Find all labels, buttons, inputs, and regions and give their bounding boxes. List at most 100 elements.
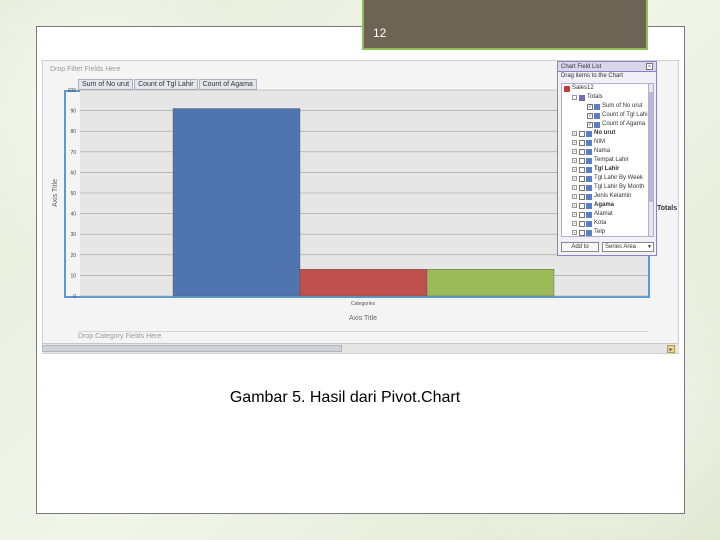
- field-list-item[interactable]: Sales12: [562, 84, 648, 93]
- field-list-item[interactable]: + Tempat Lahir: [562, 156, 648, 165]
- field-checkbox[interactable]: [579, 139, 585, 146]
- field-checkbox[interactable]: [579, 229, 585, 236]
- y-axis-title[interactable]: Axis Title: [52, 179, 59, 207]
- area-select-value: Series Area: [605, 244, 637, 250]
- expand-icon[interactable]: +: [572, 185, 577, 190]
- expand-icon[interactable]: +: [572, 212, 577, 217]
- field-list-tree[interactable]: Sales12 - Totals ✓ Sum of No urut ✓ Count of T…: [561, 83, 649, 237]
- field-checkbox[interactable]: [579, 157, 585, 164]
- expand-icon[interactable]: +: [572, 194, 577, 199]
- field-icon: [586, 148, 592, 155]
- close-icon[interactable]: ×: [646, 63, 653, 70]
- area-select[interactable]: Series Area ▼: [602, 242, 654, 252]
- bar-sum-of-no-urut[interactable]: [172, 108, 301, 297]
- expand-icon[interactable]: +: [572, 158, 577, 163]
- field-list-item[interactable]: + Tgl Lahir By Month: [562, 183, 648, 192]
- field-icon: [594, 112, 600, 119]
- field-list-item-label: Tempat Lahir: [594, 157, 629, 163]
- field-list-item-label: Tgl Lahir: [594, 166, 620, 172]
- y-tick-label: 50: [70, 191, 76, 197]
- field-list-item-label: Nama: [594, 148, 611, 154]
- scroll-right-arrow-icon[interactable]: ▸: [667, 345, 675, 353]
- field-icon: [586, 157, 592, 164]
- chevron-down-icon: ▼: [647, 244, 652, 250]
- field-list-item-label: Count of Tgl Lahir: [602, 112, 649, 118]
- field-checkbox[interactable]: ✓: [587, 121, 593, 128]
- field-list-footer: Add to Series Area ▼: [561, 242, 654, 252]
- field-checkbox[interactable]: ✓: [587, 112, 593, 119]
- y-tick-label: 90: [70, 109, 76, 115]
- field-list-title: Chart Field List: [561, 63, 602, 70]
- horizontal-scrollbar[interactable]: ▸: [42, 343, 679, 353]
- scrollbar-thumb[interactable]: [42, 345, 342, 352]
- field-list-item[interactable]: + Kota: [562, 219, 648, 228]
- field-list-item[interactable]: ✓ Count of Agama: [562, 120, 648, 129]
- collapse-icon[interactable]: -: [572, 95, 577, 100]
- field-icon: [594, 103, 600, 110]
- bar-count-of-tgl-lahir[interactable]: [299, 269, 428, 297]
- field-list-item-label: Count of Agama: [602, 121, 646, 127]
- field-list-item-label: No urut: [594, 130, 616, 136]
- field-checkbox[interactable]: [579, 211, 585, 218]
- field-list-item-label: Sales12: [572, 85, 594, 91]
- field-list-item[interactable]: + Tgl Lahir By Week: [562, 174, 648, 183]
- x-axis-title[interactable]: Axis Title: [349, 315, 377, 322]
- field-list-item[interactable]: ✓ Sum of No urut: [562, 102, 648, 111]
- field-list-item[interactable]: + Tgl Lahir: [562, 165, 648, 174]
- field-checkbox[interactable]: ✓: [587, 103, 593, 110]
- field-list-item-label: NIM: [594, 139, 605, 145]
- chart-field-list-pane: Chart Field List × Drag items to the Cha…: [557, 61, 657, 256]
- field-list-item-label: Telp: [594, 229, 606, 235]
- y-tick-label: 70: [70, 150, 76, 156]
- field-list-item[interactable]: + Alamat: [562, 210, 648, 219]
- table-icon: [564, 85, 570, 92]
- field-list-item[interactable]: + No urut: [562, 129, 648, 138]
- field-list-scrollbar[interactable]: [648, 83, 654, 237]
- expand-icon[interactable]: +: [572, 203, 577, 208]
- legend-totals[interactable]: Totals: [657, 205, 677, 212]
- field-list-item[interactable]: + Telp: [562, 228, 648, 236]
- expand-icon[interactable]: +: [572, 176, 577, 181]
- figure-caption: Gambar 5. Hasil dari Pivot.Chart: [229, 389, 461, 406]
- field-checkbox[interactable]: [579, 130, 585, 137]
- expand-icon[interactable]: +: [572, 131, 577, 136]
- field-list-item[interactable]: + NIM: [562, 138, 648, 147]
- field-list-item-label: Kota: [594, 220, 607, 226]
- field-list-item-label: Sum of No urut: [602, 103, 643, 109]
- field-list-item-label: Agama: [594, 202, 615, 208]
- y-tick-label: 20: [70, 253, 76, 259]
- field-checkbox[interactable]: [579, 193, 585, 200]
- field-list-item[interactable]: + Agama: [562, 201, 648, 210]
- field-icon: [586, 130, 592, 137]
- field-icon: [586, 139, 592, 146]
- field-checkbox[interactable]: [579, 202, 585, 209]
- field-list-item-label: Tgl Lahir By Week: [594, 175, 643, 181]
- expand-icon[interactable]: +: [572, 167, 577, 172]
- field-checkbox[interactable]: [579, 148, 585, 155]
- field-checkbox[interactable]: [579, 184, 585, 191]
- bar-count-of-agama[interactable]: [426, 269, 555, 297]
- field-checkbox[interactable]: [579, 220, 585, 227]
- field-list-item-label: Jenis Kelamin: [594, 193, 632, 199]
- y-tick-label: 60: [70, 170, 76, 176]
- field-icon: [594, 121, 600, 128]
- field-icon: [586, 184, 592, 191]
- field-list-item-label: Alamat: [594, 211, 613, 217]
- drop-category-zone[interactable]: Drop Category Fields Here: [78, 331, 649, 341]
- field-list-header: Chart Field List ×: [558, 62, 656, 72]
- field-checkbox[interactable]: [579, 175, 585, 182]
- y-tick-label: 80: [70, 129, 76, 135]
- expand-icon[interactable]: +: [572, 149, 577, 154]
- field-list-item[interactable]: ✓ Count of Tgl Lahir: [562, 111, 648, 120]
- expand-icon[interactable]: +: [572, 221, 577, 226]
- field-icon: [586, 193, 592, 200]
- field-list-item[interactable]: - Totals: [562, 93, 648, 102]
- field-list-item[interactable]: + Jenis Kelamin: [562, 192, 648, 201]
- field-checkbox[interactable]: [579, 166, 585, 173]
- expand-icon[interactable]: +: [572, 230, 577, 235]
- field-list-scroll-thumb[interactable]: [649, 92, 653, 202]
- add-to-button[interactable]: Add to: [561, 242, 599, 252]
- expand-icon[interactable]: +: [572, 140, 577, 145]
- field-list-item[interactable]: + Nama: [562, 147, 648, 156]
